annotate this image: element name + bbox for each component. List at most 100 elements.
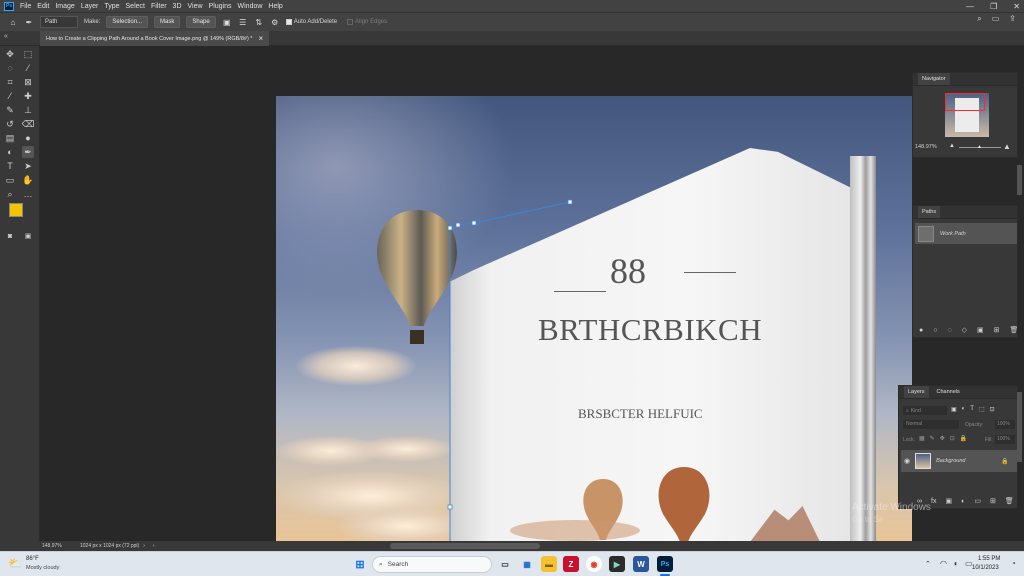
shape-button[interactable]: Shape [186,16,216,28]
rectangle-tool-icon[interactable]: ▭ [4,174,16,186]
menu-file[interactable]: File [20,3,31,10]
anchor-point[interactable] [447,504,453,510]
delete-path-icon[interactable]: 🗑 [1010,326,1019,334]
pen-tool-icon[interactable]: ✒ [22,146,34,158]
widgets-icon[interactable]: ▦ [519,556,535,572]
more-tools-icon[interactable]: … [22,188,34,200]
windows-start-icon[interactable]: ⊞ [352,556,368,572]
path-arrangement-icon[interactable]: ⇅ [254,17,264,27]
wifi-icon[interactable]: ◠ [940,559,947,568]
filezilla-icon[interactable]: Z [563,556,579,572]
weather-icon[interactable]: ⛅ [8,557,22,570]
zoom-in-icon[interactable]: ▲ [1003,142,1011,151]
horizontal-scrollbar-thumb[interactable] [390,543,540,549]
share-icon[interactable]: ⇪ [1009,14,1016,24]
panel-scrollbar[interactable] [1017,392,1022,462]
new-path-icon[interactable]: ⊞ [994,326,1000,334]
path-selection-tool-icon[interactable]: ➤ [22,160,34,172]
lock-all-icon[interactable]: 🔒 [960,435,967,442]
clock-date[interactable]: 10/1/2023 [972,565,999,571]
notification-icon[interactable]: ◔ [1011,559,1016,568]
menu-help[interactable]: Help [268,3,282,10]
pen-mode-select[interactable]: Path [40,16,78,28]
mask-button[interactable]: Mask [154,16,181,28]
fill-path-icon[interactable]: ● [919,327,923,334]
lock-image-icon[interactable]: ✎ [930,435,935,442]
close-button[interactable]: ✕ [1013,2,1020,11]
add-mask-icon[interactable]: ▣ [945,497,952,505]
path-row-work-path[interactable]: Work Path [915,223,1017,244]
menu-select[interactable]: Select [126,3,145,10]
frame-tool-icon[interactable]: ⊠ [22,76,34,88]
type-filter-icon[interactable]: T [970,406,974,413]
status-menu-icon[interactable]: › [143,543,145,549]
work-path-overlay[interactable] [276,96,912,541]
type-tool-icon[interactable]: T [4,160,16,172]
photoshop-taskbar-icon[interactable]: Ps [657,556,673,572]
brush-tool-icon[interactable]: ✎ [4,104,16,116]
home-icon[interactable]: ⌂ [8,17,18,27]
path-operations-icon[interactable]: ▣ [222,17,232,27]
lasso-tool-icon[interactable]: ◌ [4,62,16,74]
search-icon[interactable]: ⌕ [977,14,981,24]
zoom-tool-icon[interactable]: ⌕ [4,188,16,200]
hand-tool-icon[interactable]: ✋ [22,174,34,186]
collapse-toolbar-icon[interactable]: « [4,33,8,40]
quick-mask-icon[interactable]: ◙ [4,230,16,242]
healing-brush-tool-icon[interactable]: ✚ [22,90,34,102]
delete-layer-icon[interactable]: 🗑 [1005,497,1014,505]
clock-time[interactable]: 1:55 PM [978,556,1000,562]
document-canvas[interactable]: 88 BRTHCRBIKCH BRSBCTER HELFUIC [276,96,912,541]
menu-view[interactable]: View [188,3,203,10]
document-tab[interactable]: How to Create a Clipping Path Around a B… [40,31,270,46]
anchor-point[interactable] [455,222,461,228]
file-explorer-icon[interactable]: ▬ [541,556,557,572]
blur-tool-icon[interactable]: ● [22,132,34,144]
channels-tab[interactable]: Channels [937,389,960,395]
zoom-slider-thumb[interactable]: ▲ [977,144,982,150]
eyedropper-tool-icon[interactable]: ⁄ [4,90,16,102]
load-as-selection-icon[interactable]: ◌ [947,327,951,334]
navigator-zoom-value[interactable]: 148.97% [915,144,937,150]
workspace-icon[interactable]: ▭ [992,14,1000,24]
gradient-tool-icon[interactable]: ▤ [4,132,16,144]
weather-desc[interactable]: Mostly cloudy [26,565,59,571]
adjustment-filter-icon[interactable]: ◐ [962,406,966,413]
stroke-path-icon[interactable]: ○ [933,327,937,334]
layer-filter-input[interactable]: ⌕ Kind [903,406,947,415]
close-tab-icon[interactable]: × [258,34,263,43]
gear-icon[interactable]: ⚙ [270,17,280,27]
foreground-color-swatch[interactable] [9,203,23,217]
chrome-icon[interactable]: ◉ [586,556,602,572]
lock-position-icon[interactable]: ✥ [940,435,945,442]
fill-input[interactable]: 100% [995,435,1015,444]
clone-stamp-tool-icon[interactable]: ⊥ [22,104,34,116]
navigator-tab[interactable]: Navigator [918,73,950,85]
paths-tab[interactable]: Paths [918,206,941,218]
menu-image[interactable]: Image [55,3,74,10]
add-mask-icon[interactable]: ▣ [977,326,984,334]
pen-tool-preset-icon[interactable]: ✒ [24,17,34,27]
menu-filter[interactable]: Filter [151,3,167,10]
auto-add-delete-checkbox[interactable]: Auto Add/Delete [285,19,337,25]
task-view-icon[interactable]: ▭ [497,556,513,572]
selection-button[interactable]: Selection... [106,16,149,28]
crop-tool-icon[interactable]: ⌗ [4,76,16,88]
marquee-tool-icon[interactable]: ⬚ [22,48,34,60]
anchor-point[interactable] [447,225,453,231]
restore-button[interactable]: ❐ [990,2,997,11]
status-zoom[interactable]: 148.97% [42,543,76,549]
shape-filter-icon[interactable]: ⬚ [979,406,985,413]
show-hidden-icons[interactable]: ⌃ [925,560,931,568]
opacity-input[interactable]: 100% [995,420,1015,429]
anchor-point[interactable] [471,220,477,226]
minimize-button[interactable]: — [966,2,974,11]
navigator-view-box[interactable] [945,93,985,111]
align-edges-checkbox[interactable]: Align Edges [347,19,387,25]
eye-icon[interactable]: ◉ [904,457,910,465]
layer-style-icon[interactable]: fx [931,498,936,505]
menu-layer[interactable]: Layer [81,3,99,10]
history-brush-tool-icon[interactable]: ↺ [4,118,16,130]
pixel-filter-icon[interactable]: ▣ [951,406,957,413]
menu-3d[interactable]: 3D [173,3,182,10]
